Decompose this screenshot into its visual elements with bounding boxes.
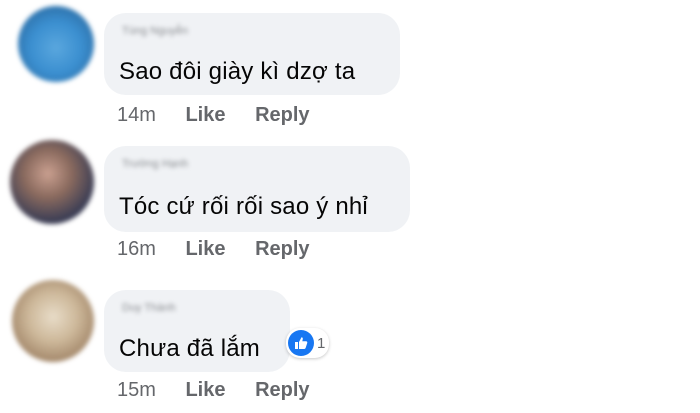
comment-text: Tóc cứ rối rối sao ý nhỉ	[119, 193, 368, 220]
like-button[interactable]: Like	[185, 238, 225, 260]
comment-author[interactable]: Tùng Nguyễn	[122, 25, 188, 37]
comment-author[interactable]: Trường Hạnh	[122, 158, 188, 170]
like-button[interactable]: Like	[185, 379, 225, 401]
comment-actions: 16m Like Reply	[117, 238, 310, 261]
reply-button[interactable]: Reply	[255, 238, 309, 260]
comment-text: Sao đôi giày kì dzợ ta	[119, 58, 356, 85]
reply-button[interactable]: Reply	[255, 104, 309, 126]
reaction-count: 1	[317, 334, 326, 352]
comment-time[interactable]: 15m	[117, 379, 156, 401]
reaction-badge[interactable]: 1	[286, 328, 330, 358]
comment-actions: 15m Like Reply	[117, 379, 310, 402]
comment-time[interactable]: 14m	[117, 104, 156, 126]
comment-actions: 14m Like Reply	[117, 104, 310, 127]
comment-author[interactable]: Duy Thành	[122, 302, 176, 314]
like-button[interactable]: Like	[185, 104, 225, 126]
comment-bubble: Tùng Nguyễn Sao đôi giày kì dzợ ta	[104, 13, 400, 95]
comment-bubble: Duy Thành Chưa đã lắm	[104, 290, 290, 372]
comment-2: Trường Hạnh Tóc cứ rối rối sao ý nhỉ 16m…	[0, 140, 700, 275]
comment-time[interactable]: 16m	[117, 238, 156, 260]
avatar[interactable]	[18, 6, 94, 82]
comment-text: Chưa đã lắm	[119, 335, 260, 362]
comment-1: Tùng Nguyễn Sao đôi giày kì dzợ ta 14m L…	[0, 0, 700, 135]
avatar[interactable]	[10, 140, 94, 224]
thumbs-up-icon	[288, 330, 314, 356]
comment-3: Duy Thành Chưa đã lắm 1 15m Like Reply	[0, 276, 700, 413]
avatar[interactable]	[12, 280, 94, 362]
reply-button[interactable]: Reply	[255, 379, 309, 401]
comment-bubble: Trường Hạnh Tóc cứ rối rối sao ý nhỉ	[104, 146, 410, 232]
